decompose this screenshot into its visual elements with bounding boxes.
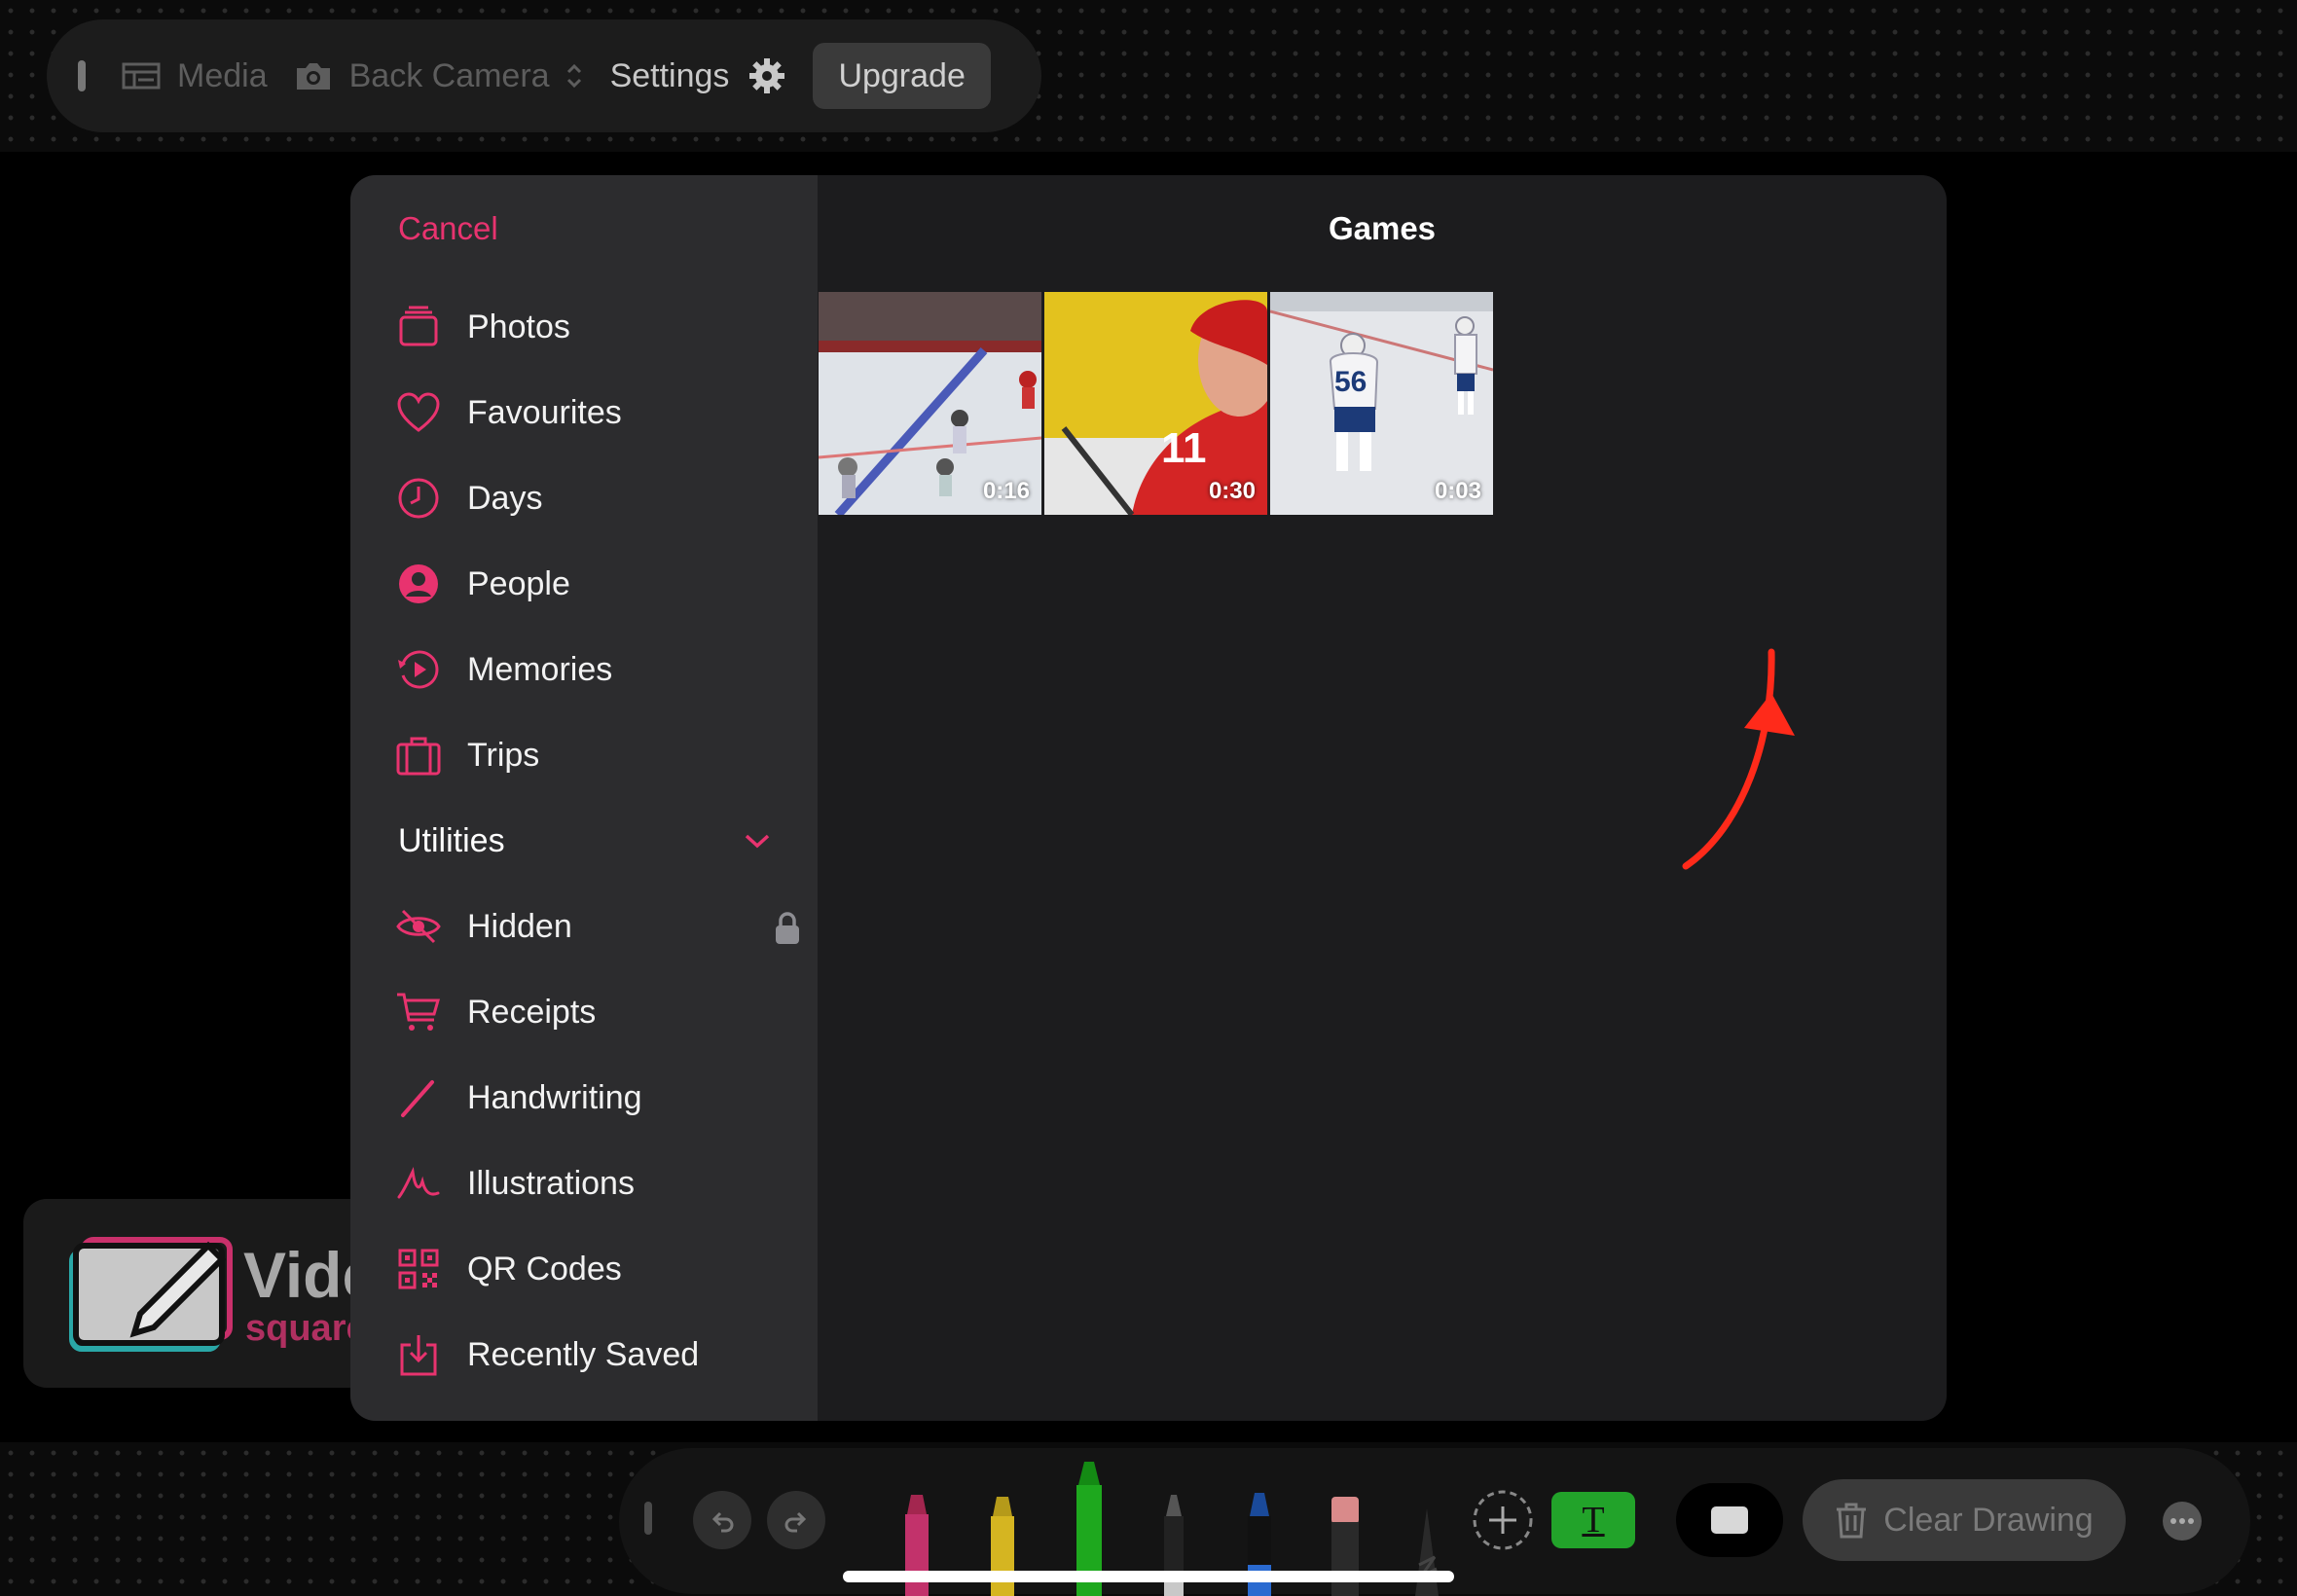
scribble-icon	[397, 1167, 440, 1199]
suitcase-icon	[396, 737, 441, 776]
sidebar-item-favourites[interactable]: Favourites	[395, 378, 784, 448]
camera-label: Back Camera	[348, 56, 550, 94]
sidebar-item-label: Receipts	[467, 993, 597, 1031]
media-button[interactable]: Media	[121, 55, 268, 96]
camera-select[interactable]: Back Camera	[293, 55, 585, 96]
download-tray-icon	[400, 1335, 437, 1376]
camera-icon	[296, 63, 330, 90]
lock-icon	[776, 912, 799, 944]
trash-icon	[1837, 1503, 1867, 1539]
video-thumbnail[interactable]: 0:16	[819, 292, 1041, 515]
person-circle-icon	[399, 564, 438, 603]
media-label: Media	[177, 56, 268, 94]
memories-play-icon	[398, 650, 439, 689]
shape-tool-button[interactable]	[1676, 1483, 1783, 1557]
sidebar-item-label: Trips	[467, 736, 540, 774]
annotation-arrow-icon	[1682, 648, 1795, 870]
background-card-subtitle: square	[245, 1308, 367, 1349]
home-indicator[interactable]	[843, 1571, 1454, 1582]
svg-text:56: 56	[1334, 366, 1367, 398]
photos-stack-icon	[399, 306, 438, 346]
sidebar-item-recently-saved[interactable]: Recently Saved	[395, 1320, 784, 1390]
redo-icon	[784, 1511, 807, 1533]
undo-button[interactable]	[693, 1491, 751, 1549]
rectangle-icon	[1711, 1506, 1748, 1534]
settings-label: Settings	[609, 56, 730, 94]
chevron-updown-icon	[566, 63, 581, 89]
chevron-down-icon	[745, 834, 770, 849]
text-tool-glyph: T	[1582, 1500, 1605, 1541]
toolbar-handle[interactable]	[644, 1502, 652, 1535]
clear-drawing-button[interactable]: Clear Drawing	[1803, 1479, 2126, 1561]
sidebar-item-qr-codes[interactable]: QR Codes	[395, 1234, 784, 1304]
qr-code-icon	[398, 1249, 439, 1289]
utilities-section-header[interactable]: Utilities	[398, 806, 772, 876]
pencil-line-icon	[401, 1080, 434, 1117]
add-tool-button[interactable]	[1472, 1489, 1534, 1551]
sidebar-item-label: People	[467, 564, 570, 602]
sidebar-item-trips[interactable]: Trips	[395, 720, 784, 790]
sidebar-item-memories[interactable]: Memories	[395, 635, 784, 705]
undo-icon	[711, 1511, 734, 1533]
drag-handle[interactable]	[78, 60, 86, 91]
plus-circle-dashed-icon	[1473, 1490, 1533, 1550]
album-title: Games	[1328, 210, 1437, 246]
sidebar-item-label: Illustrations	[467, 1164, 635, 1202]
sidebar-item-label: Memories	[467, 650, 613, 688]
video-duration: 0:16	[982, 478, 1030, 504]
more-options-button[interactable]	[2163, 1502, 2202, 1541]
text-tool-button[interactable]: T	[1551, 1492, 1635, 1548]
cancel-button[interactable]: Cancel	[398, 210, 498, 247]
sidebar-item-receipts[interactable]: Receipts	[395, 977, 784, 1047]
sidebar-item-photos[interactable]: Photos	[395, 292, 784, 362]
settings-button[interactable]: Settings	[610, 55, 788, 96]
photo-picker-modal: Cancel Photos Favourites Days People Mem…	[350, 175, 1947, 1421]
eye-slash-icon	[396, 909, 441, 944]
sidebar-item-label: Handwriting	[467, 1078, 642, 1116]
sidebar-item-label: QR Codes	[467, 1250, 622, 1288]
sidebar-item-label: Photos	[467, 308, 570, 345]
sidebar-item-label: Favourites	[467, 393, 622, 431]
svg-text:11: 11	[1161, 424, 1207, 472]
ellipsis-icon	[2170, 1518, 2194, 1524]
app-logo-icon	[69, 1237, 233, 1352]
cart-icon	[397, 993, 440, 1031]
video-thumbnail[interactable]: 56 0:03	[1270, 292, 1493, 515]
sidebar-item-label: Days	[467, 479, 543, 517]
sidebar-item-people[interactable]: People	[395, 549, 784, 619]
sidebar-item-label: Recently Saved	[467, 1335, 700, 1373]
album-content: Games 0:16 11 0:30 56 0:03	[818, 175, 1947, 1421]
top-toolbar: Media Back Camera Settings Upgrade	[47, 19, 1041, 132]
redo-button[interactable]	[767, 1491, 825, 1549]
media-list-icon	[122, 62, 161, 90]
clear-drawing-label: Clear Drawing	[1883, 1501, 2094, 1539]
heart-icon	[397, 392, 440, 432]
video-duration: 0:30	[1208, 478, 1256, 504]
picker-sidebar: Cancel Photos Favourites Days People Mem…	[350, 175, 818, 1421]
upgrade-button[interactable]: Upgrade	[813, 43, 991, 109]
video-duration: 0:03	[1434, 478, 1481, 504]
sidebar-item-hidden[interactable]: Hidden	[395, 891, 799, 961]
clock-icon	[398, 478, 439, 519]
sidebar-item-illustrations[interactable]: Illustrations	[395, 1148, 784, 1218]
utilities-label: Utilities	[398, 821, 505, 859]
video-thumbnail[interactable]: 11 0:30	[1044, 292, 1267, 515]
gear-icon	[749, 58, 785, 93]
sidebar-item-days[interactable]: Days	[395, 463, 784, 533]
sidebar-item-handwriting[interactable]: Handwriting	[395, 1063, 784, 1133]
texture-pencil-icon[interactable]	[1409, 1506, 1444, 1596]
sidebar-item-label: Hidden	[467, 907, 572, 945]
